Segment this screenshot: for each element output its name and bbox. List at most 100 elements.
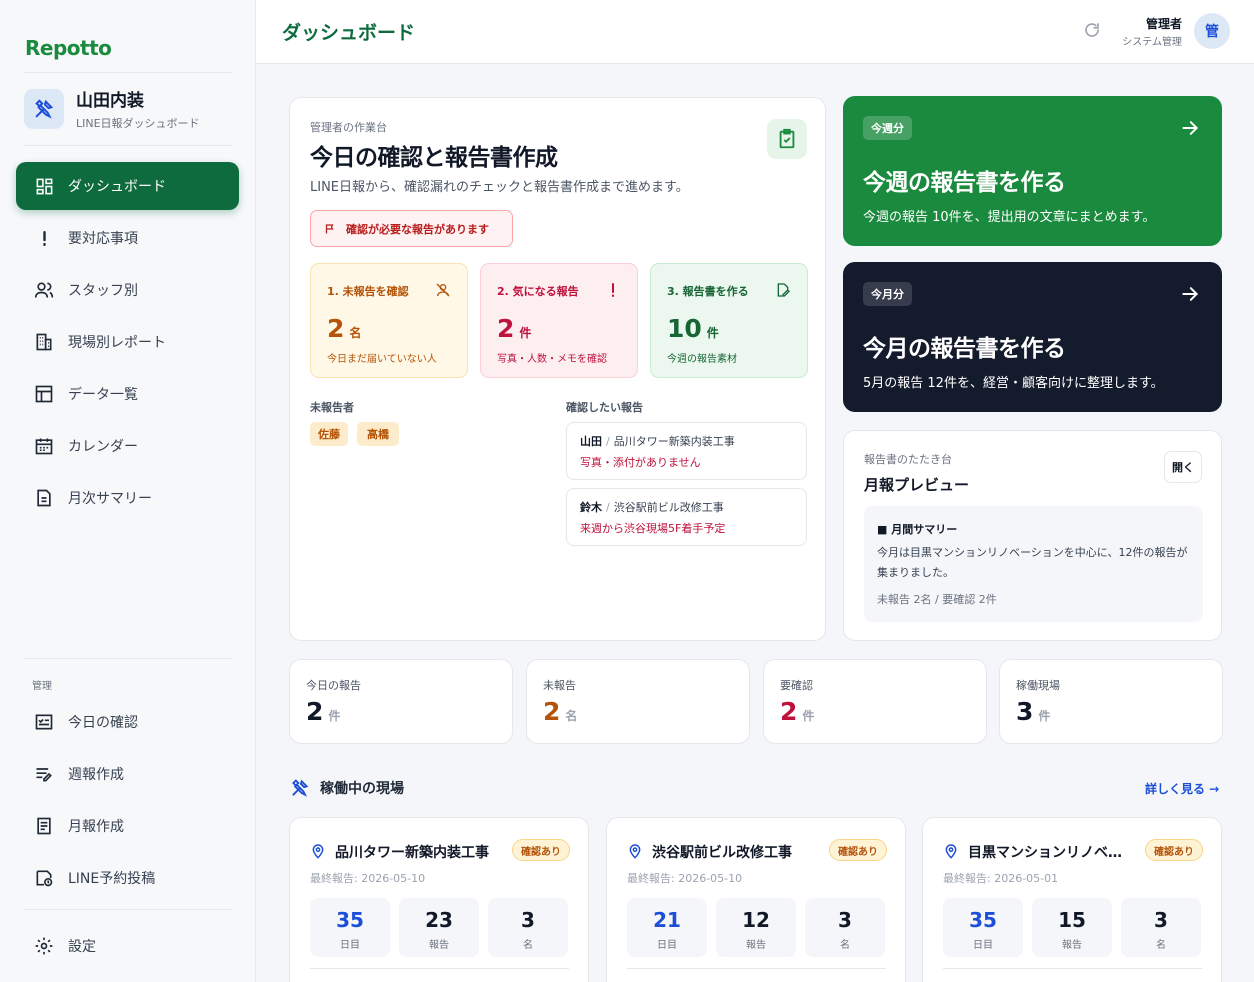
arrow-right-icon <box>1180 118 1200 142</box>
user-name: 管理者 <box>1145 17 1182 31</box>
nav-item-data-list[interactable]: データ一覧 <box>16 370 239 418</box>
company-name: 山田内装 <box>76 91 144 111</box>
preview-meta: 未報告 2名 / 要確認 2件 <box>877 593 997 606</box>
location-pin-icon <box>310 843 326 863</box>
checklist-icon <box>34 712 54 732</box>
report-author-site: 山田 / 品川タワー新築内装工事 <box>580 435 735 448</box>
stat-value: 2件 <box>780 697 815 726</box>
stat-card-today-reports[interactable]: 今日の報告 2件 <box>289 659 513 744</box>
status-badge: 確認あり <box>1145 839 1203 861</box>
unreported-heading: 未報告者 <box>310 401 354 414</box>
site-metric-days: 35 日目 <box>310 898 390 957</box>
monthly-report-card[interactable]: 今月分 今月の報告書を作る 5月の報告 12件を、経営・顧客向けに整理します。 <box>843 262 1222 412</box>
top-header: ダッシュボード 管理者 システム管理 管 <box>256 0 1254 64</box>
nav-item-settings[interactable]: 設定 <box>16 922 239 970</box>
preview-label: 報告書のたたき台 <box>864 453 952 466</box>
preview-title: 月報プレビュー <box>864 476 970 494</box>
report-item[interactable]: 山田 / 品川タワー新築内装工事 写真・添付がありません <box>566 422 807 480</box>
preview-heading: ■ 月間サマリー <box>877 523 958 536</box>
see-more-link[interactable]: 詳しく見る → <box>1145 780 1219 797</box>
site-last-report: 最終報告: 2026-05-10 <box>627 872 743 885</box>
status-badge: 確認あり <box>829 839 887 861</box>
divider <box>24 72 232 73</box>
unreported-tag[interactable]: 高橋 <box>357 422 399 446</box>
report-icon <box>34 816 54 836</box>
user-role: システム管理 <box>1122 37 1182 48</box>
nav-item-site-report[interactable]: 現場別レポート <box>16 318 239 366</box>
edit-list-icon <box>34 764 54 784</box>
unreported-tag[interactable]: 佐藤 <box>310 422 348 446</box>
nav-label: LINE予約投稿 <box>68 871 156 887</box>
preview-summary-box: ■ 月間サマリー 今月は目黒マンションリノベーションを中心に、12件の報告が集ま… <box>864 506 1203 622</box>
nav-item-monthly-summary[interactable]: 月次サマリー <box>16 474 239 522</box>
stat-card-active-sites[interactable]: 稼働現場 3件 <box>999 659 1223 744</box>
site-metric-reports: 12 報告 <box>716 898 796 957</box>
company-block: 山田内装 LINE日報ダッシュボード <box>24 86 200 131</box>
divider <box>24 145 232 146</box>
step-card-unreported[interactable]: 1. 未報告を確認 2名 今日まだ届いていない人 <box>310 263 468 378</box>
person-off-icon <box>435 282 451 302</box>
site-metric-staff: 3名 <box>1121 898 1201 957</box>
nav-item-action-items[interactable]: 要対応事項 <box>16 214 239 262</box>
stat-value: 2件 <box>306 697 341 726</box>
active-sites-heading: 稼働中の現場 <box>290 778 404 798</box>
nav-section-admin: 管理 <box>32 681 52 692</box>
site-metric-reports: 15 報告 <box>1032 898 1112 957</box>
calendar-icon <box>34 436 54 456</box>
stat-label: 今日の報告 <box>306 679 361 692</box>
site-card[interactable]: 渋谷駅前ビル改修工事 確認あり 最終報告: 2026-05-10 21 日目 12… <box>606 817 906 982</box>
site-metric-staff: 3名 <box>805 898 885 957</box>
stat-card-needs-check[interactable]: 要確認 2件 <box>763 659 987 744</box>
open-button[interactable]: 開く <box>1164 451 1202 483</box>
stat-card-unreported[interactable]: 未報告 2名 <box>526 659 750 744</box>
step-card-create-report[interactable]: 3. 報告書を作る 10 件 今週の報告素材 <box>650 263 808 378</box>
check-reports-heading: 確認したい報告 <box>566 401 643 414</box>
dashboard-icon <box>34 176 54 196</box>
weekly-report-card[interactable]: 今週分 今週の報告書を作る 今週の報告 10件を、提出用の文章にまとめます。 <box>843 96 1222 246</box>
nav-item-monthly-report[interactable]: 月報作成 <box>16 802 239 850</box>
nav-item-line-schedule[interactable]: LINE予約投稿 <box>16 854 239 902</box>
refresh-icon[interactable] <box>1083 21 1105 43</box>
step-title: 2. 気になる報告 <box>497 285 579 298</box>
nav-item-staff[interactable]: スタッフ別 <box>16 266 239 314</box>
report-warning: 来週から渋谷現場5F着手予定 <box>580 522 726 535</box>
sidebar: Repotto 山田内装 LINE日報ダッシュボード ダッシュボード 要対応事項… <box>0 0 256 982</box>
divider <box>24 909 232 910</box>
weekly-badge: 今週分 <box>863 116 912 140</box>
exclamation-icon <box>605 282 621 302</box>
company-subtitle: LINE日報ダッシュボード <box>76 117 200 130</box>
exclamation-icon <box>34 228 54 248</box>
nav-item-calendar[interactable]: カレンダー <box>16 422 239 470</box>
nav-label: 週報作成 <box>68 767 124 783</box>
step-card-concern[interactable]: 2. 気になる報告 2件 写真・人数・メモを確認 <box>480 263 638 378</box>
nav-label: 今日の確認 <box>68 715 138 731</box>
nav-item-dashboard[interactable]: ダッシュボード <box>16 162 239 210</box>
workbench-card: 管理者の作業台 今日の確認と報告書作成 LINE日報から、確認漏れのチェックと報… <box>289 97 826 641</box>
monthly-title: 今月の報告書を作る <box>863 336 1066 362</box>
nav-label: 月報作成 <box>68 819 124 835</box>
nav-label: 要対応事項 <box>68 231 138 247</box>
table-icon <box>34 384 54 404</box>
nav-item-weekly-report[interactable]: 週報作成 <box>16 750 239 798</box>
alert-banner[interactable]: 確認が必要な報告があります <box>310 210 513 247</box>
step-value: 2件 <box>497 314 532 343</box>
step-value: 10 件 <box>667 314 719 343</box>
site-last-report: 最終報告: 2026-05-01 <box>943 872 1059 885</box>
monthly-preview-card: 報告書のたたき台 月報プレビュー 開く ■ 月間サマリー 今月は目黒マンションリ… <box>843 430 1222 641</box>
weekly-desc: 今週の報告 10件を、提出用の文章にまとめます。 <box>863 210 1156 225</box>
location-pin-icon <box>943 843 959 863</box>
site-card[interactable]: 目黒マンションリノベ… 確認あり 最終報告: 2026-05-01 35 日目 1… <box>922 817 1222 982</box>
users-icon <box>34 280 54 300</box>
avatar[interactable]: 管 <box>1194 13 1230 49</box>
weekly-title: 今週の報告書を作る <box>863 170 1066 196</box>
stat-label: 未報告 <box>543 679 576 692</box>
app-logo[interactable]: Repotto <box>25 36 112 60</box>
report-item[interactable]: 鈴木 / 渋谷駅前ビル改修工事 来週から渋谷現場5F着手予定 <box>566 488 807 546</box>
alert-text: 確認が必要な報告があります <box>346 222 489 236</box>
site-card[interactable]: 品川タワー新築内装工事 確認あり 最終報告: 2026-05-10 35 日目 2… <box>289 817 589 982</box>
site-name: 品川タワー新築内装工事 <box>335 845 489 861</box>
building-icon <box>34 332 54 352</box>
nav-item-today-check[interactable]: 今日の確認 <box>16 698 239 746</box>
nav-label: データ一覧 <box>68 387 138 403</box>
workbench-label: 管理者の作業台 <box>310 121 387 134</box>
